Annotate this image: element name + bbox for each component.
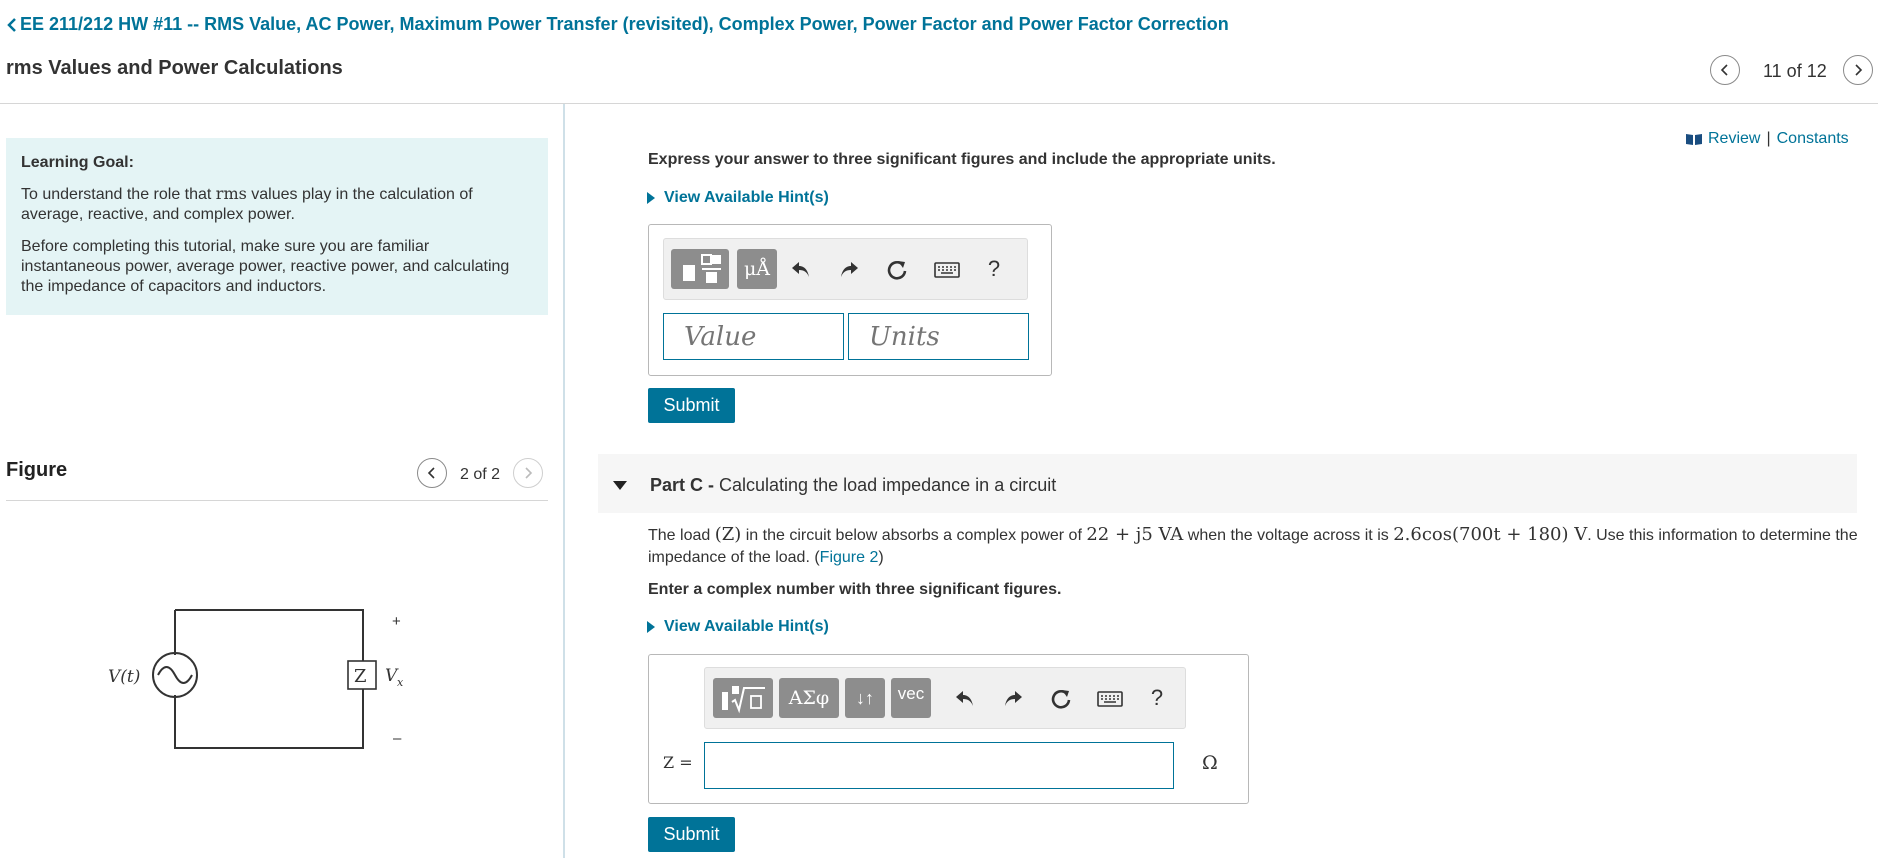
units-button[interactable]: μÅ <box>737 249 777 289</box>
part-c-submit-button[interactable]: Submit <box>648 817 735 852</box>
radical-template-icon <box>722 686 765 714</box>
circuit-diagram: V(t) Z V x + – <box>108 609 404 749</box>
figure-2-link[interactable]: Figure 2 <box>820 549 879 566</box>
assignment-back-link[interactable]: EE 211/212 HW #11 -- RMS Value, AC Power… <box>6 14 1229 35</box>
part-c-hint-toggle[interactable]: View Available Hint(s) <box>647 618 829 636</box>
hint-label: View Available Hint(s) <box>664 618 829 635</box>
figure-divider <box>6 500 548 501</box>
part-c-title: Part C - Calculating the load impedance … <box>650 475 1057 495</box>
templates-button[interactable] <box>671 249 729 289</box>
part-c-question: The load (Z) in the circuit below absorb… <box>648 524 1858 566</box>
constants-link[interactable]: Constants <box>1777 130 1849 148</box>
vector-button[interactable]: vec <box>891 678 931 718</box>
review-link[interactable]: Review <box>1708 130 1760 148</box>
fraction-template-icon <box>683 254 721 283</box>
part-b-instruction: Express your answer to three significant… <box>648 151 1276 168</box>
keyboard-icon[interactable] <box>933 260 961 280</box>
next-figure-button[interactable] <box>513 458 543 488</box>
keyboard-icon[interactable] <box>1096 689 1124 709</box>
impedance-input[interactable] <box>704 742 1174 789</box>
chevron-left-icon <box>1720 64 1728 76</box>
previous-figure-button[interactable] <box>417 458 447 488</box>
reset-icon[interactable] <box>884 257 910 283</box>
redo-icon[interactable] <box>837 258 861 282</box>
source-label: V(t) <box>108 667 140 687</box>
greek-symbols-button[interactable]: ΑΣφ <box>779 678 839 718</box>
learning-goal-box: Learning Goal: To understand the role th… <box>6 138 548 315</box>
link-separator: | <box>1766 130 1771 147</box>
redo-icon[interactable] <box>1001 687 1025 711</box>
assignment-title: EE 211/212 HW #11 -- RMS Value, AC Power… <box>20 14 1229 34</box>
undo-icon[interactable] <box>953 687 977 711</box>
header-divider <box>0 103 1878 104</box>
reset-icon[interactable] <box>1048 686 1074 712</box>
templates-button[interactable] <box>713 678 773 718</box>
help-icon[interactable]: ? <box>1145 684 1169 712</box>
hint-label: View Available Hint(s) <box>664 189 829 206</box>
voltage-subscript: x <box>397 676 404 689</box>
part-c-toolbar: ΑΣφ ↓↑ vec ? <box>704 667 1186 729</box>
circuit-wire <box>174 689 364 749</box>
page-title: rms Values and Power Calculations <box>6 57 343 79</box>
value-input[interactable] <box>663 313 844 360</box>
chevron-right-icon <box>1855 64 1863 76</box>
plus-sign: + <box>392 613 401 630</box>
part-c-instruction: Enter a complex number with three signif… <box>648 581 1062 598</box>
minus-sign: – <box>393 730 402 747</box>
part-b-submit-button[interactable]: Submit <box>648 388 735 423</box>
panel-divider <box>563 104 565 858</box>
learning-goal-text: To understand the role that rms values p… <box>21 184 473 223</box>
impedance-label: Z <box>354 666 367 687</box>
review-constants-links: Review | Constants <box>1686 130 1849 148</box>
subscript-superscript-button[interactable]: ↓↑ <box>845 678 885 718</box>
next-item-button[interactable] <box>1843 55 1873 85</box>
part-c-answer-box: ΑΣφ ↓↑ vec ? Z = Ω <box>648 654 1249 804</box>
part-b-answer-box: μÅ ? <box>648 224 1052 376</box>
undo-icon[interactable] <box>789 258 813 282</box>
figure-counter: 2 of 2 <box>460 466 501 483</box>
sine-wave-icon <box>157 666 193 684</box>
chevron-left-icon <box>7 17 16 32</box>
part-b-toolbar: μÅ ? <box>663 238 1028 300</box>
help-icon[interactable]: ? <box>982 255 1006 283</box>
previous-item-button[interactable] <box>1710 55 1740 85</box>
z-input-label: Z = <box>663 753 693 772</box>
learning-goal-prereq: Before completing this tutorial, make su… <box>21 238 510 295</box>
ohm-unit-label: Ω <box>1202 752 1218 774</box>
triangle-right-icon <box>647 192 655 204</box>
part-b-hint-toggle[interactable]: View Available Hint(s) <box>647 189 829 207</box>
units-input[interactable] <box>848 313 1029 360</box>
triangle-down-icon[interactable] <box>613 477 627 495</box>
chevron-left-icon <box>427 467 435 479</box>
figure-title: Figure <box>6 459 68 481</box>
book-icon <box>1686 134 1702 145</box>
item-counter: 11 of 12 <box>1763 61 1827 81</box>
chevron-right-icon <box>525 467 533 479</box>
circuit-wire <box>175 609 364 661</box>
triangle-right-icon <box>647 621 655 633</box>
learning-goal-title: Learning Goal: <box>21 154 134 171</box>
